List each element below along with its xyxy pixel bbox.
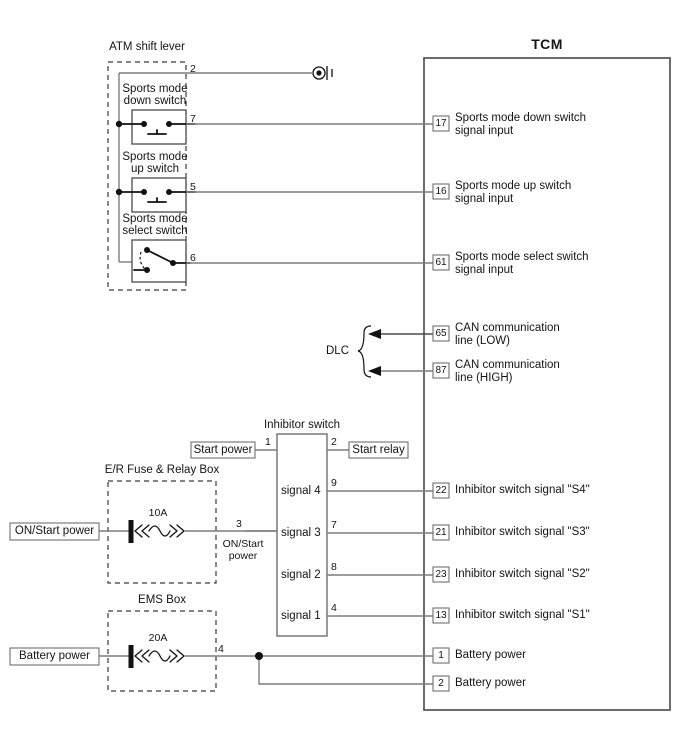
tcm-pin-number-61: 61: [435, 257, 447, 268]
diagram-canvas: [9, 57, 671, 711]
inhibitor-signal-4-label: signal 4: [281, 485, 321, 497]
down-switch-pin: 7: [190, 113, 196, 125]
start-power-label: Start power: [193, 444, 253, 456]
tcm-pin-number-17: 17: [435, 118, 447, 129]
tcm-pin-number-16: 16: [435, 186, 447, 197]
tcm-pin-number-2: 2: [438, 678, 444, 689]
battery-power-source-label: Battery power: [19, 650, 90, 662]
fuse-20a-chevron-left-2: [141, 649, 150, 663]
fuse-10a-chevron-left-2: [141, 524, 150, 538]
down-switch-contact-left: [141, 121, 147, 127]
inhibitor-signal-3-label: signal 3: [281, 527, 321, 539]
select-switch-label-line2: select switch: [122, 225, 188, 237]
fuse-10a-chevron-left-1: [134, 524, 143, 538]
down-switch-junction: [115, 120, 123, 128]
fuse-20a-chevron-left-1: [134, 649, 143, 663]
wiring-diagram: TCM ATM shift lever 2 Sports mode down s…: [0, 0, 700, 753]
fuse-10a-chevron-right-2: [176, 524, 185, 538]
can-low-arrowhead: [368, 329, 381, 339]
up-switch-contact-left: [141, 189, 147, 195]
onstart-power-source-label: ON/Start power: [14, 525, 95, 537]
fuse-20a-coil: [148, 650, 171, 662]
tcm-pin-desc-21: Inhibitor switch signal "S3": [455, 526, 590, 538]
up-switch-label-line2: up switch: [131, 163, 179, 175]
fuse-20a-chevron-right-2: [176, 649, 185, 663]
tcm-pin-desc-65-line2: line (LOW): [455, 335, 510, 347]
inhibitor-pin-1: 1: [265, 436, 271, 448]
ground-symbol-dot: [316, 70, 322, 76]
tcm-pin-desc-13: Inhibitor switch signal "S1": [455, 609, 590, 621]
sports-mode-down-switch-body[interactable]: [131, 109, 187, 145]
tcm-pin-desc-16-line1: Sports mode up switch: [455, 180, 572, 192]
er-fuse-relay-box-enclosure: [107, 480, 217, 584]
er-fuse-out-pin: 3: [236, 518, 242, 530]
down-switch-contact-right: [166, 121, 172, 127]
tcm-pin-desc-65-line1: CAN communication: [455, 322, 560, 334]
fuse-20a-rating: 20A: [148, 632, 168, 644]
tcm-pin-desc-1: Battery power: [455, 649, 526, 661]
ems-fuse-out-pin: 4: [218, 643, 224, 655]
wire-battery-to-tcm-pin2: [258, 656, 433, 685]
er-fuse-relay-box-label: E/R Fuse & Relay Box: [104, 464, 220, 476]
fuse-10a-chevron-right-1: [169, 524, 178, 538]
page-title: TCM: [531, 36, 563, 52]
tcm-pin-number-21: 21: [435, 527, 447, 538]
can-high-arrowhead: [368, 366, 381, 376]
tcm-pin-desc-87-line1: CAN communication: [455, 359, 560, 371]
select-switch-pin: 6: [190, 252, 196, 264]
tcm-pin-desc-17-line1: Sports mode down switch: [455, 112, 587, 124]
battery-junction-node: [255, 652, 263, 660]
fuse-10a-coil: [148, 525, 171, 537]
tcm-pin-desc-61-line2: signal input: [455, 264, 514, 276]
sports-mode-up-switch-body[interactable]: [131, 177, 187, 213]
fuse-10a-rating: 10A: [148, 507, 168, 519]
inhibitor-switch-label: Inhibitor switch: [263, 419, 341, 431]
tcm-pin-desc-23: Inhibitor switch signal "S2": [455, 568, 590, 580]
inhibitor-signal-2-label: signal 2: [281, 569, 321, 581]
inhibitor-pin-2: 2: [331, 436, 337, 448]
shift-lever-pin-2: 2: [190, 63, 196, 75]
start-relay-label: Start relay: [352, 444, 405, 456]
up-switch-junction: [115, 188, 123, 196]
tcm-pin-desc-2: Battery power: [455, 677, 526, 689]
tcm-pin-desc-17-line2: signal input: [455, 125, 514, 137]
inhibitor-signal-1-pin: 4: [331, 602, 337, 614]
tcm-pin-number-13: 13: [435, 610, 447, 621]
sports-mode-select-switch-body[interactable]: [131, 239, 187, 283]
dlc-label: DLC: [326, 345, 350, 357]
tcm-pin-desc-61-line1: Sports mode select switch: [455, 251, 589, 263]
onstart-power-out-line2: power: [228, 550, 258, 562]
tcm-pin-number-87: 87: [435, 365, 447, 376]
atm-shift-lever-label: ATM shift lever: [109, 41, 185, 53]
up-switch-contact-right: [166, 189, 172, 195]
inhibitor-signal-2-pin: 8: [331, 561, 337, 573]
ems-box-label: EMS Box: [138, 594, 186, 606]
up-switch-pin: 5: [190, 181, 196, 193]
onstart-power-out-line1: ON/Start: [222, 538, 264, 550]
inhibitor-signal-4-pin: 9: [331, 477, 337, 489]
tcm-pin-desc-16-line2: signal input: [455, 193, 514, 205]
ems-box-enclosure: [107, 610, 217, 692]
tcm-pin-number-65: 65: [435, 328, 447, 339]
tcm-pin-desc-22: Inhibitor switch signal "S4": [455, 484, 590, 496]
fuse-20a-chevron-right-1: [169, 649, 178, 663]
down-switch-label-line2: down switch: [123, 95, 187, 107]
inhibitor-signal-3-pin: 7: [331, 519, 337, 531]
tcm-pin-number-1: 1: [438, 650, 444, 661]
inhibitor-signal-1-label: signal 1: [281, 610, 321, 622]
tcm-pin-number-23: 23: [435, 569, 447, 580]
tcm-pin-number-22: 22: [435, 485, 447, 496]
tcm-pin-desc-87-line2: line (HIGH): [455, 372, 513, 384]
